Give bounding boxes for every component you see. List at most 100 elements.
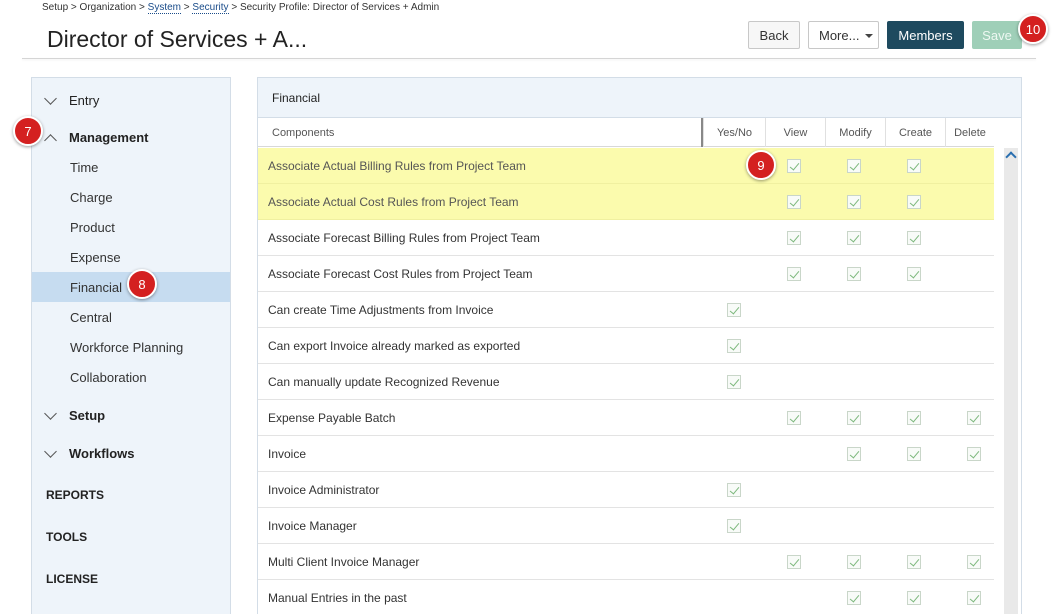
permission-modify-checkbox[interactable] [847, 591, 861, 605]
caret-down-icon [865, 34, 873, 38]
breadcrumb-security-link[interactable]: Security [192, 2, 229, 14]
permission-create-checkbox[interactable] [907, 447, 921, 461]
permission-view-checkbox[interactable] [787, 555, 801, 569]
permission-delete-checkbox[interactable] [967, 447, 981, 461]
column-yesno[interactable]: Yes/No [703, 118, 765, 147]
sidebar-nav: Entry Management Time Charge Product Exp… [31, 77, 231, 614]
component-name: Expense Payable Batch [268, 411, 396, 425]
column-view[interactable]: View [765, 118, 825, 147]
permission-delete-checkbox[interactable] [967, 591, 981, 605]
permission-yesno-checkbox[interactable] [727, 303, 741, 317]
breadcrumb-separator: > [70, 2, 77, 13]
permission-create-checkbox[interactable] [907, 267, 921, 281]
breadcrumb-organization: Organization [79, 2, 137, 13]
table-row: Associate Actual Cost Rules from Project… [258, 184, 994, 220]
permission-modify-checkbox[interactable] [847, 411, 861, 425]
permission-view-checkbox[interactable] [787, 267, 801, 281]
table-row: Can manually update Recognized Revenue [258, 364, 994, 400]
column-components[interactable]: Components [258, 118, 703, 147]
breadcrumb-separator: > [139, 2, 145, 13]
column-modify[interactable]: Modify [825, 118, 885, 147]
permission-yesno-checkbox[interactable] [727, 339, 741, 353]
component-name: Can manually update Recognized Revenue [268, 375, 500, 389]
permission-view-checkbox[interactable] [787, 411, 801, 425]
sidebar-group-label: Setup [69, 407, 106, 423]
panel-title: Financial [258, 78, 1021, 118]
members-button[interactable]: Members [887, 21, 964, 49]
sidebar-group-workflows[interactable]: Workflows [32, 438, 230, 468]
back-button[interactable]: Back [748, 21, 800, 49]
permission-modify-checkbox[interactable] [847, 195, 861, 209]
sidebar-item-workforce-planning[interactable]: Workforce Planning [32, 332, 230, 362]
breadcrumb: Setup > Organization > System > Security… [42, 2, 440, 14]
sidebar-tools[interactable]: TOOLS [46, 530, 87, 544]
table-row: Invoice Administrator [258, 472, 994, 508]
permission-view-checkbox[interactable] [787, 159, 801, 173]
save-button[interactable]: Save [972, 21, 1022, 49]
table-row: Multi Client Invoice Manager [258, 544, 994, 580]
table-row: Invoice Manager [258, 508, 994, 544]
permission-modify-checkbox[interactable] [847, 231, 861, 245]
permission-create-checkbox[interactable] [907, 195, 921, 209]
permission-create-checkbox[interactable] [907, 555, 921, 569]
chevron-up-icon[interactable] [1004, 148, 1018, 162]
permission-view-checkbox[interactable] [787, 195, 801, 209]
permission-yesno-checkbox[interactable] [727, 375, 741, 389]
permission-create-checkbox[interactable] [907, 231, 921, 245]
component-name: Can export Invoice already marked as exp… [268, 339, 521, 353]
breadcrumb-system-link[interactable]: System [147, 2, 181, 14]
permission-create-checkbox[interactable] [907, 411, 921, 425]
table-row: Can create Time Adjustments from Invoice [258, 292, 994, 328]
permission-create-checkbox[interactable] [907, 591, 921, 605]
table-row: Manual Entries in the past [258, 580, 994, 614]
sidebar-group-label: Management [69, 129, 149, 145]
sidebar-license[interactable]: LICENSE [46, 572, 98, 586]
chevron-down-icon [44, 445, 57, 458]
sidebar-group-management[interactable]: Management [32, 122, 230, 152]
header-divider [22, 58, 1036, 59]
sidebar-group-entry[interactable]: Entry [32, 85, 230, 115]
sidebar-item-expense[interactable]: Expense [32, 242, 230, 272]
permission-modify-checkbox[interactable] [847, 267, 861, 281]
component-name: Invoice Administrator [268, 483, 380, 497]
more-dropdown[interactable]: More... [808, 21, 879, 49]
table-row: Invoice [258, 436, 994, 472]
sidebar-item-central[interactable]: Central [32, 302, 230, 332]
sidebar-item-time[interactable]: Time [32, 152, 230, 182]
component-name: Associate Forecast Cost Rules from Proje… [268, 267, 533, 281]
permission-delete-checkbox[interactable] [967, 411, 981, 425]
component-name: Invoice [268, 447, 307, 461]
page-title: Director of Services + A... [47, 26, 308, 52]
chevron-down-icon [44, 92, 57, 105]
permission-modify-checkbox[interactable] [847, 555, 861, 569]
permission-yesno-checkbox[interactable] [727, 519, 741, 533]
component-name: Can create Time Adjustments from Invoice [268, 303, 494, 317]
more-dropdown-label: More... [819, 27, 860, 43]
permission-modify-checkbox[interactable] [847, 159, 861, 173]
sidebar-group-label: Workflows [69, 445, 135, 461]
permission-delete-checkbox[interactable] [967, 555, 981, 569]
column-create[interactable]: Create [885, 118, 945, 147]
component-name: Manual Entries in the past [268, 591, 407, 605]
permission-view-checkbox[interactable] [787, 231, 801, 245]
sidebar-item-charge[interactable]: Charge [32, 182, 230, 212]
permission-modify-checkbox[interactable] [847, 447, 861, 461]
sidebar-group-label: Entry [69, 92, 100, 108]
sidebar-reports[interactable]: REPORTS [46, 488, 104, 502]
financial-panel: Financial Components Yes/No View Modify … [257, 77, 1022, 614]
column-delete[interactable]: Delete [945, 118, 994, 147]
breadcrumb-separator: > [231, 2, 238, 13]
step-badge: 7 [13, 116, 43, 146]
component-name: Associate Actual Cost Rules from Project… [268, 195, 519, 209]
scrollbar[interactable] [1004, 148, 1018, 614]
sidebar-group-setup[interactable]: Setup [32, 400, 230, 430]
sidebar-item-collaboration[interactable]: Collaboration [32, 362, 230, 392]
permission-yesno-checkbox[interactable] [727, 483, 741, 497]
chevron-down-icon [44, 407, 57, 420]
chevron-up-icon [44, 134, 57, 147]
table-row: Associate Forecast Cost Rules from Proje… [258, 256, 994, 292]
breadcrumb-current: Security Profile: Director of Services +… [239, 2, 440, 13]
table-row: Expense Payable Batch [258, 400, 994, 436]
sidebar-item-product[interactable]: Product [32, 212, 230, 242]
permission-create-checkbox[interactable] [907, 159, 921, 173]
